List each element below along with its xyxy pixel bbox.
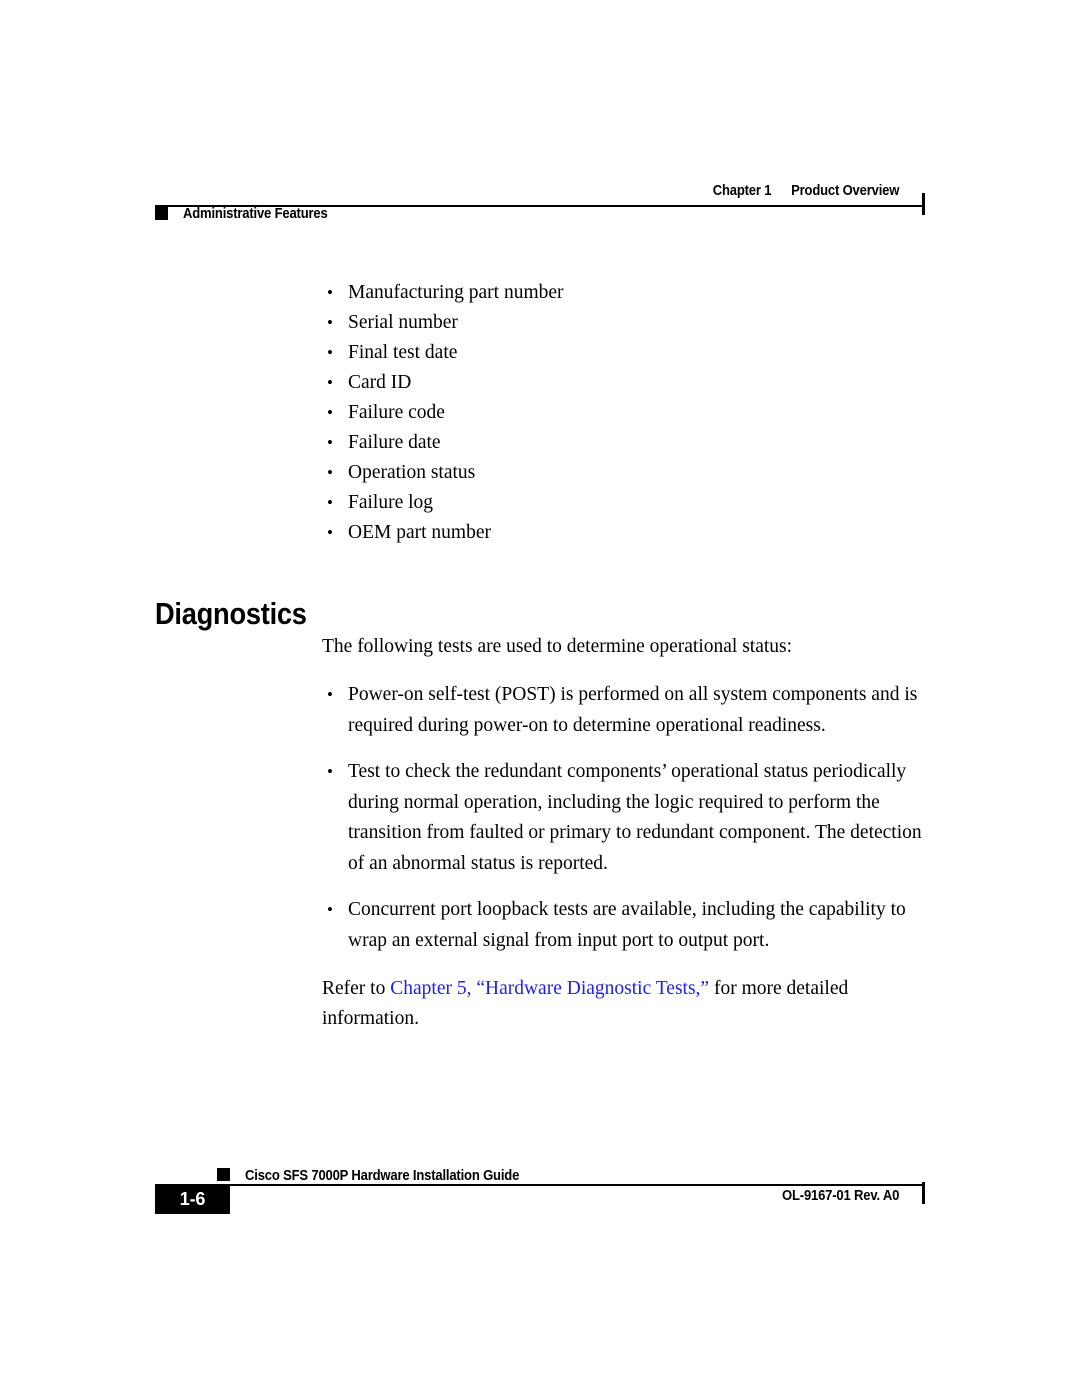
attributes-section: Manufacturing part number Serial number … [322,278,927,548]
page-title: Diagnostics [155,595,307,631]
diagnostics-section: The following tests are used to determin… [322,632,932,1034]
list-item: Manufacturing part number [322,278,927,308]
list-item: OEM part number [322,518,927,548]
page-number-badge: 1-6 [155,1184,230,1214]
running-footer: Cisco SFS 7000P Hardware Installation Gu… [155,1168,925,1228]
list-item: Final test date [322,338,927,368]
header-square-bullet-icon [155,207,168,220]
header-end-tick-mark [922,193,925,215]
header-section-label: Administrative Features [183,206,328,222]
diagnostics-tests-list: Power-on self-test (POST) is performed o… [322,680,932,956]
running-header: Chapter 1 Product Overview Administrative… [155,183,925,229]
header-chapter-number: Chapter 1 [712,183,772,199]
header-chapter-reference: Chapter 1 Product Overview [712,183,900,199]
chapter-5-hardware-diagnostic-tests-link[interactable]: Chapter 5, “Hardware Diagnostic Tests,” [390,978,709,999]
list-item: Serial number [322,308,927,338]
list-item: Concurrent port loopback tests are avail… [322,895,932,956]
list-item: Failure date [322,428,927,458]
list-item: Card ID [322,368,927,398]
header-chapter-title: Product Overview [790,183,899,199]
list-item: Failure code [322,398,927,428]
footer-square-bullet-icon [217,1168,230,1181]
list-item: Failure log [322,488,927,518]
footer-divider-rule [155,1184,925,1186]
attributes-bullet-list: Manufacturing part number Serial number … [322,278,927,548]
footer-document-id: OL-9167-01 Rev. A0 [781,1188,899,1204]
diagnostics-intro-paragraph: The following tests are used to determin… [322,636,793,657]
list-item: Operation status [322,458,927,488]
footer-guide-title: Cisco SFS 7000P Hardware Installation Gu… [245,1168,520,1184]
cross-reference-prefix: Refer to [322,978,391,999]
cross-reference-paragraph: Refer to Chapter 5, “Hardware Diagnostic… [322,974,932,1034]
document-page: Chapter 1 Product Overview Administrative… [0,0,1080,1397]
list-item: Power-on self-test (POST) is performed o… [322,680,932,741]
list-item: Test to check the redundant components’ … [322,757,932,879]
footer-end-tick-mark [922,1182,925,1204]
